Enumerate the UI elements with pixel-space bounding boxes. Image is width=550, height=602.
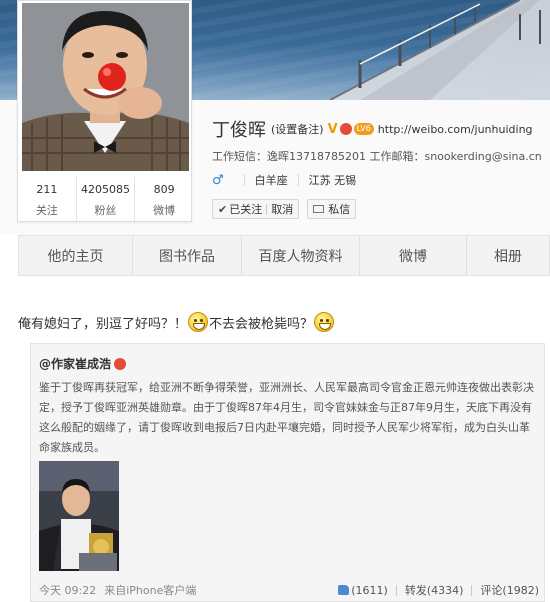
profile-tabs: 他的主页 图书作品 百度人物资料 微博 相册 <box>18 235 550 276</box>
repost-link[interactable]: 转发(4334) <box>405 582 464 598</box>
location-link[interactable]: 江苏 无锡 <box>309 172 357 188</box>
followed-label: 已关注 <box>229 203 263 216</box>
stat-following-label: 关注 <box>35 204 58 217</box>
tab-baidu-profile[interactable]: 百度人物资料 <box>242 235 360 276</box>
reposted-weibo: @作家崔成浩 鉴于丁俊晖再获冠军，给亚洲不断争得荣誉，亚洲洲长、人民军最高司令官… <box>30 343 545 602</box>
tab-weibo[interactable]: 微博 <box>360 235 467 276</box>
level-badge-icon[interactable]: LV6 <box>353 123 374 135</box>
vip-icon[interactable] <box>339 123 352 135</box>
post-actions: (1611) 转发(4334) 评论(1982) <box>338 582 539 598</box>
stat-followers-count: 4205085 <box>81 183 130 196</box>
repost-body: 鉴于丁俊晖再获冠军，给亚洲不断争得荣誉，亚洲洲长、人民军最高司令官金正恩元帅连夜… <box>39 381 534 454</box>
action-divider <box>395 584 397 596</box>
profile-meta: ♂ 白羊座 江苏 无锡 <box>212 172 356 188</box>
stat-posts-label: 微博 <box>153 204 176 217</box>
repost-photo <box>39 461 119 571</box>
grin-emoji-icon <box>188 312 209 332</box>
stat-following[interactable]: 211 关注 <box>18 177 77 221</box>
profile-stats: 211 关注 4205085 粉丝 809 微博 <box>18 177 193 221</box>
message-button[interactable]: 私信 <box>307 199 357 219</box>
repost-author-link[interactable]: @作家崔成浩 <box>39 355 111 372</box>
like-count[interactable]: (1611) <box>351 584 388 597</box>
comment-link[interactable]: 评论(1982) <box>480 582 539 598</box>
grin-emoji-icon <box>314 312 335 332</box>
verified-icon[interactable]: V <box>328 122 338 137</box>
mail-icon <box>313 205 325 213</box>
thumbs-up-icon[interactable] <box>338 585 350 595</box>
stat-posts-count: 809 <box>153 183 175 196</box>
tab-home[interactable]: 他的主页 <box>19 235 133 276</box>
repost-author: @作家崔成浩 <box>39 355 127 372</box>
stat-followers[interactable]: 4205085 粉丝 <box>77 177 136 221</box>
tab-album[interactable]: 相册 <box>467 235 549 276</box>
meta-divider <box>297 174 299 186</box>
unfollow-link[interactable]: 取消 <box>271 201 293 217</box>
followed-button[interactable]: ✔ 已关注 取消 <box>212 199 300 219</box>
set-remark-link[interactable]: (设置备注) <box>271 121 324 137</box>
male-icon: ♂ <box>212 172 224 188</box>
post-text-part-1: 俺有媳妇了，别逗了好吗？！ <box>18 316 188 332</box>
button-divider <box>266 203 268 215</box>
repost-footer: 今天 09:22 来自iPhone客户端 (1611) 转发(4334) 评论(… <box>39 582 539 598</box>
stat-followers-label: 粉丝 <box>94 204 117 217</box>
post-text: 俺有媳妇了，别逗了好吗？！ 不去会被枪毙吗？ <box>18 312 335 332</box>
post-source[interactable]: 来自iPhone客户端 <box>104 582 196 598</box>
profile-name: 丁俊晖 <box>212 120 266 141</box>
meta-divider <box>243 174 245 186</box>
zodiac-link[interactable]: 白羊座 <box>255 172 288 188</box>
check-icon: ✔ <box>218 202 228 216</box>
profile-contact: 工作短信：逸晖13718785201 工作邮箱：snookerding@sina… <box>212 150 542 163</box>
avatar[interactable] <box>22 3 189 171</box>
tab-books[interactable]: 图书作品 <box>133 235 242 276</box>
profile-name-row: 丁俊晖 (设置备注) V LV6 http://weibo.com/junhui… <box>212 116 533 142</box>
profile-actions: ✔ 已关注 取消 私信 <box>212 199 357 219</box>
avatar-photo <box>22 3 189 171</box>
profile-url-link[interactable]: http://weibo.com/junhuiding <box>378 123 533 136</box>
profile-card: 211 关注 4205085 粉丝 809 微博 <box>17 0 192 222</box>
stat-following-count: 211 <box>36 183 58 196</box>
message-label: 私信 <box>328 203 351 216</box>
action-divider <box>471 584 473 596</box>
post-time[interactable]: 今天 09:22 <box>39 582 96 598</box>
repost-image[interactable] <box>39 461 119 571</box>
post-text-part-2: 不去会被枪毙吗？ <box>209 316 314 332</box>
vip-icon[interactable] <box>114 357 127 370</box>
stat-posts[interactable]: 809 微博 <box>135 177 193 221</box>
